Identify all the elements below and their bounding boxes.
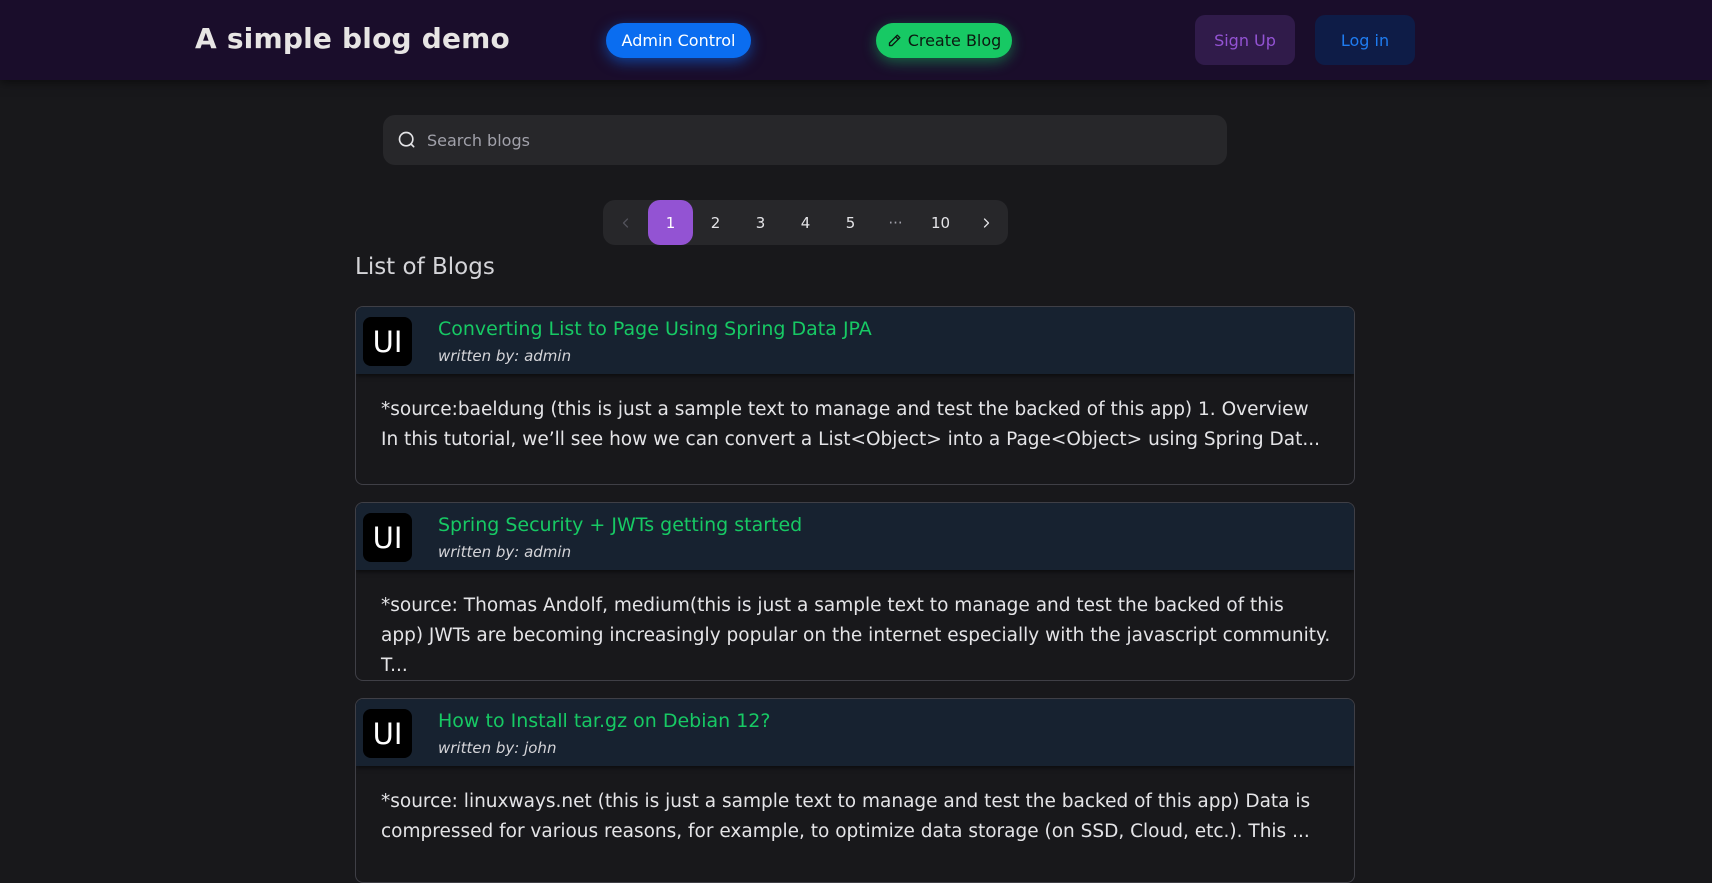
pagination-page-1[interactable]: 1: [648, 200, 693, 245]
admin-control-button[interactable]: Admin Control: [606, 23, 751, 58]
search-input[interactable]: [425, 129, 1227, 151]
pagination-next-button[interactable]: [963, 200, 1008, 245]
blog-author: written by: admin: [438, 347, 572, 365]
blog-title-link[interactable]: How to Install tar.gz on Debian 12?: [438, 710, 770, 732]
blog-card[interactable]: UI Spring Security + JWTs getting starte…: [355, 502, 1355, 681]
chevron-right-icon: [983, 217, 989, 228]
blog-card[interactable]: UI How to Install tar.gz on Debian 12? w…: [355, 698, 1355, 883]
blog-author: written by: john: [438, 739, 557, 757]
sign-up-button[interactable]: Sign Up: [1195, 15, 1295, 65]
blog-excerpt: *source: linuxways.net (this is just a s…: [381, 791, 1311, 842]
navbar: A simple blog demo Admin Control Create …: [0, 0, 1712, 80]
blog-author: written by: admin: [438, 543, 572, 561]
brand-title[interactable]: A simple blog demo: [195, 22, 510, 55]
log-in-button[interactable]: Log in: [1315, 15, 1415, 65]
create-blog-button[interactable]: Create Blog: [876, 23, 1012, 58]
blog-card-header: UI Spring Security + JWTs getting starte…: [356, 503, 1354, 570]
blog-excerpt: *source: Thomas Andolf, medium(this is j…: [381, 595, 1331, 676]
search-bar: [383, 115, 1227, 165]
pagination-page-5[interactable]: 5: [828, 200, 873, 245]
avatar: UI: [363, 317, 412, 366]
avatar: UI: [363, 513, 412, 562]
blog-title-link[interactable]: Converting List to Page Using Spring Dat…: [438, 318, 872, 340]
list-of-blogs-heading: List of Blogs: [355, 254, 495, 280]
pagination-prev-button[interactable]: [603, 200, 648, 245]
pagination-page-3[interactable]: 3: [738, 200, 783, 245]
blog-card-header: UI How to Install tar.gz on Debian 12? w…: [356, 699, 1354, 766]
chevron-left-icon: [622, 217, 628, 228]
pagination-ellipsis[interactable]: ···: [873, 200, 918, 245]
pencil-icon: [888, 34, 901, 47]
pagination-page-10[interactable]: 10: [918, 200, 963, 245]
pagination-page-4[interactable]: 4: [783, 200, 828, 245]
pagination: 1 2 3 4 5 ··· 10: [603, 200, 1008, 245]
blog-card[interactable]: UI Converting List to Page Using Spring …: [355, 306, 1355, 485]
blog-card-header: UI Converting List to Page Using Spring …: [356, 307, 1354, 374]
avatar: UI: [363, 709, 412, 758]
search-icon: [398, 131, 415, 148]
blog-title-link[interactable]: Spring Security + JWTs getting started: [438, 514, 802, 536]
create-blog-label: Create Blog: [907, 31, 1002, 50]
blog-excerpt: *source:baeldung (this is just a sample …: [381, 399, 1320, 450]
pagination-page-2[interactable]: 2: [693, 200, 738, 245]
